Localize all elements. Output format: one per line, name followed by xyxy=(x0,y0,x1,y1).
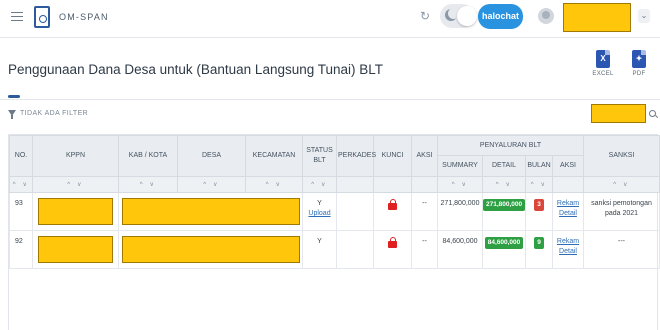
cell-status-blt: Y Upload xyxy=(302,192,337,231)
cell-summary: 84,600,000 xyxy=(437,230,483,269)
sort-control-bulan[interactable]: ^ v xyxy=(525,176,553,193)
search-input[interactable] xyxy=(591,104,646,123)
lock-icon[interactable] xyxy=(388,236,397,248)
col-header-no[interactable]: NO. xyxy=(9,135,33,177)
col-header-aksi[interactable]: AKSI xyxy=(411,135,438,177)
cell-kunci xyxy=(373,230,412,269)
cell-perkades xyxy=(336,230,374,269)
header-divider xyxy=(0,99,660,100)
sort-control-no[interactable]: ^ v xyxy=(9,176,33,193)
cell-kppn xyxy=(32,230,119,269)
detail-link[interactable]: Detail xyxy=(553,247,583,257)
reload-icon[interactable]: ↻ xyxy=(417,8,433,24)
redacted-kppn xyxy=(38,198,113,225)
upload-link[interactable]: Upload xyxy=(303,209,336,219)
col-header-detail[interactable]: DETAIL xyxy=(482,155,526,177)
cell-kunci xyxy=(373,192,412,231)
export-excel-button[interactable]: X EXCEL xyxy=(592,50,614,77)
sort-control-detail[interactable]: ^ v xyxy=(482,176,526,193)
detail-link[interactable]: Detail xyxy=(553,209,583,219)
excel-icon: X xyxy=(596,50,610,68)
col-header-bulan[interactable]: BULAN xyxy=(525,155,553,177)
col-header-summary[interactable]: SUMMARY xyxy=(437,155,483,177)
cell-detail: 271,800,000 xyxy=(482,192,526,231)
sort-control-perkades xyxy=(336,176,374,193)
page-title: Penggunaan Dana Desa untuk (Bantuan Lang… xyxy=(8,62,384,77)
moon-icon xyxy=(445,8,459,21)
col-header-penyaluran-blt: PENYALURAN BLT xyxy=(436,135,585,156)
rekam-link[interactable]: Rekam xyxy=(553,199,583,209)
col-header-kecamatan[interactable]: KECAMATAN xyxy=(245,135,303,177)
col-header-status-blt[interactable]: STATUS BLT xyxy=(302,135,337,177)
blt-table: NO. KPPN KAB / KOTA DESA KECAMATAN STATU… xyxy=(8,134,660,330)
redacted-location xyxy=(122,198,300,225)
app-brand: OM-SPAN xyxy=(59,12,109,22)
cell-detail: 84,600,000 xyxy=(482,230,526,269)
sort-control-desa[interactable]: ^ v xyxy=(177,176,246,193)
cell-aksi-penyaluran: Rekam Detail xyxy=(551,230,585,269)
sort-control-aksi xyxy=(411,176,438,193)
sort-control-sanksi[interactable]: ^ v xyxy=(583,176,660,193)
cell-bulan: 3 xyxy=(525,192,553,231)
cell-sanksi: sanksi pemotongan pada 2021 xyxy=(583,192,660,231)
avatar-icon[interactable] xyxy=(538,8,554,24)
bulan-badge: 3 xyxy=(534,199,544,211)
pdf-icon: ✦ xyxy=(632,50,646,68)
sort-control-kab-kota[interactable]: ^ v xyxy=(118,176,178,193)
export-pdf-button[interactable]: ✦ PDF xyxy=(628,50,650,77)
cell-location xyxy=(118,192,303,231)
col-header-kunci[interactable]: KUNCI xyxy=(373,135,412,177)
menu-icon[interactable] xyxy=(11,9,25,23)
redacted-location xyxy=(122,236,300,263)
col-header-kab-kota[interactable]: KAB / KOTA xyxy=(118,135,178,177)
redacted-kppn xyxy=(38,236,113,263)
cell-perkades xyxy=(336,192,374,231)
theme-toggle[interactable] xyxy=(440,4,477,28)
col-header-sanksi[interactable]: SANKSI xyxy=(583,135,660,177)
cell-summary: 271,800,000 xyxy=(437,192,483,231)
app-logo-icon xyxy=(34,6,50,28)
sort-control-status-blt[interactable]: ^ v xyxy=(302,176,337,193)
filter-status: TIDAK ADA FILTER xyxy=(20,110,89,117)
detail-badge: 271,800,000 xyxy=(483,199,526,211)
status-value: Y xyxy=(317,238,322,245)
col-header-kppn[interactable]: KPPN xyxy=(32,135,119,177)
cell-no: 92 xyxy=(9,230,33,269)
search-icon[interactable] xyxy=(649,110,656,117)
export-excel-label: EXCEL xyxy=(592,71,614,77)
col-header-aksi-penyaluran[interactable]: AKSI xyxy=(551,155,585,177)
export-pdf-label: PDF xyxy=(632,71,646,77)
cell-aksi: -- xyxy=(411,230,438,269)
halochat-button[interactable]: halochat xyxy=(478,4,523,29)
sort-control-summary[interactable]: ^ v xyxy=(437,176,483,193)
bulan-badge: 9 xyxy=(534,237,544,249)
col-header-perkades[interactable]: PERKADES xyxy=(336,135,376,177)
cell-status-blt: Y xyxy=(302,230,337,269)
cell-aksi: -- xyxy=(411,192,438,231)
sort-control-aksi-penyaluran xyxy=(551,176,585,193)
filter-icon[interactable] xyxy=(8,110,16,119)
col-header-desa[interactable]: DESA xyxy=(177,135,246,177)
title-accent xyxy=(8,95,20,98)
sort-control-kecamatan[interactable]: ^ v xyxy=(245,176,303,193)
status-value: Y xyxy=(317,200,322,207)
cell-no: 93 xyxy=(9,192,33,231)
sort-control-kppn[interactable]: ^ v xyxy=(32,176,119,193)
table-row: 93 Y Upload -- 271,800,000 271,800,000 3… xyxy=(9,192,660,231)
sort-control-kunci xyxy=(373,176,412,193)
detail-badge: 84,600,000 xyxy=(484,237,524,249)
redacted-user-name xyxy=(563,3,631,32)
cell-bulan: 9 xyxy=(525,230,553,269)
chevron-down-icon[interactable]: ⌄ xyxy=(638,9,650,23)
table-row: 92 Y -- 84,600,000 84,600,000 9 Rekam De… xyxy=(9,230,660,269)
cell-aksi-penyaluran: Rekam Detail xyxy=(551,192,585,231)
lock-icon[interactable] xyxy=(388,198,397,210)
top-bar: OM-SPAN ↻ halochat ⌄ xyxy=(0,0,660,38)
rekam-link[interactable]: Rekam xyxy=(553,237,583,247)
cell-sanksi: --- xyxy=(583,230,660,269)
toggle-knob xyxy=(457,6,477,26)
cell-kppn xyxy=(32,192,119,231)
cell-location xyxy=(118,230,303,269)
